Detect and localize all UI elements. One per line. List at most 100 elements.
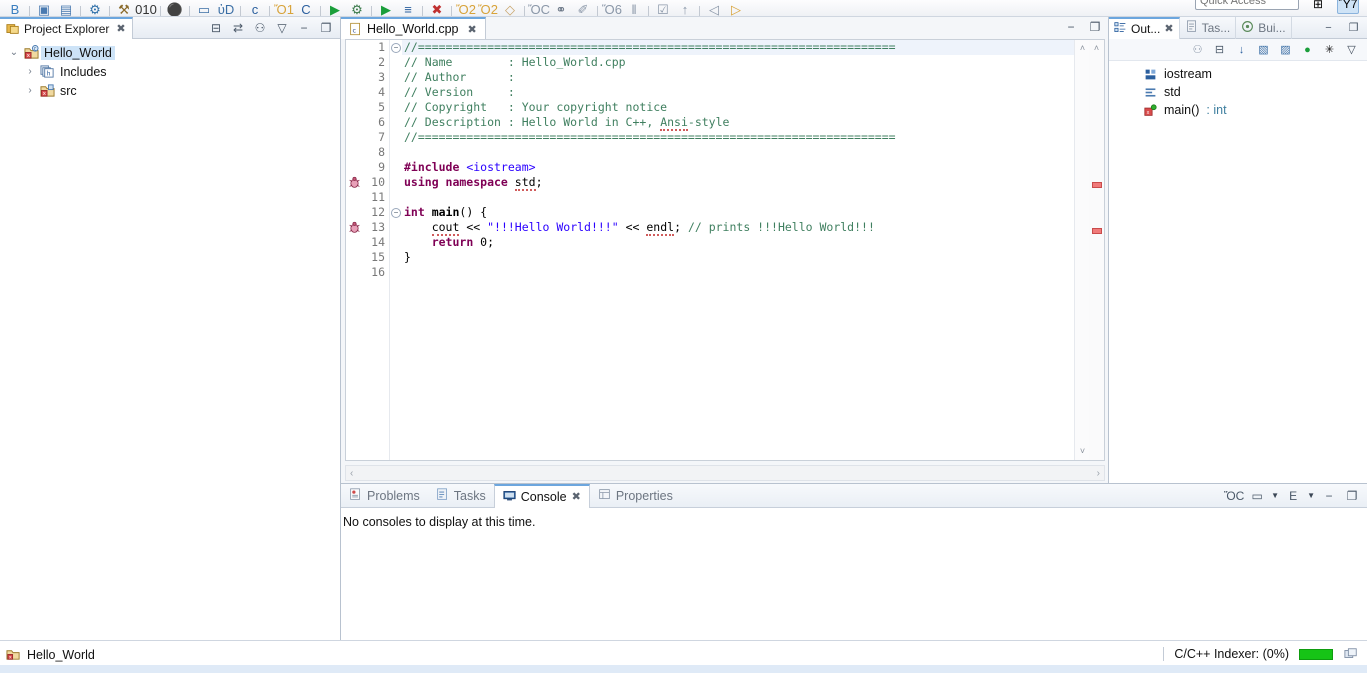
open-perspective-button[interactable]: ⊞	[1307, 0, 1329, 14]
new-class-button[interactable]: C	[295, 0, 317, 16]
display-selected-console-caret[interactable]: ▼	[1271, 491, 1279, 500]
code-line[interactable]: return 0;	[402, 235, 1074, 250]
tab-hello-world-cpp[interactable]: c Hello_World.cpp ✖	[341, 17, 486, 39]
debug-button[interactable]: ⚫	[164, 0, 186, 16]
hammer-build-button[interactable]: ⚒	[113, 0, 135, 16]
hide-non-public-members-button[interactable]: ●	[1298, 40, 1317, 59]
binary-toggle-button[interactable]: 010	[135, 0, 157, 16]
folding-gutter[interactable]: − −	[390, 40, 402, 460]
focus-on-active-task-button[interactable]: ⚇	[250, 18, 270, 38]
scroll-left-icon[interactable]: ‹	[350, 468, 353, 479]
outline-item[interactable]: x main() : int	[1109, 101, 1367, 119]
book-button[interactable]: Ὅ6	[601, 0, 623, 16]
code-line[interactable]: #include <iostream>	[402, 160, 1074, 175]
tree-item-includes[interactable]: › h Includes	[0, 62, 340, 81]
save-all-button[interactable]: ▤	[55, 0, 77, 16]
collapse-all-button[interactable]: ⊟	[1210, 40, 1229, 59]
tab-problems[interactable]: Problems	[341, 484, 428, 508]
minimize-button[interactable]: −	[1320, 487, 1338, 505]
open-console-caret[interactable]: ▼	[1307, 491, 1315, 500]
sort-button[interactable]: ↓	[1232, 40, 1251, 59]
display-selected-console-button[interactable]: ▭	[1248, 487, 1266, 505]
code-line[interactable]	[402, 190, 1074, 205]
code-line[interactable]: // Copyright : Your copyright notice	[402, 100, 1074, 115]
link-with-editor-button[interactable]: ⇄	[228, 18, 248, 38]
new-c-project-button[interactable]: c	[244, 0, 266, 16]
task-button[interactable]: ☑	[652, 0, 674, 16]
code-line[interactable]: //======================================…	[402, 40, 1074, 55]
up-arrow-button[interactable]: ↑	[674, 0, 696, 16]
fold-collapse-icon[interactable]: −	[391, 43, 401, 53]
open-folder2-button[interactable]: Ὄ2	[477, 0, 499, 16]
skip-breakpoints-button[interactable]: ✖	[426, 0, 448, 16]
error-marker-2[interactable]	[1092, 228, 1102, 234]
search-button[interactable]: ὐD	[215, 0, 237, 16]
columns-button[interactable]: ‖	[623, 0, 645, 16]
run-button[interactable]: ▶	[324, 0, 346, 16]
link-button[interactable]: ⚭	[550, 0, 572, 16]
error-bug-marker-icon[interactable]	[348, 221, 361, 234]
hide-fields-button[interactable]: ▧	[1254, 40, 1273, 59]
save-button[interactable]: ▣	[33, 0, 55, 16]
run-last-button[interactable]: ▶	[375, 0, 397, 16]
maximize-button[interactable]: ❐	[1343, 487, 1361, 505]
annotation-button[interactable]: ✐	[572, 0, 594, 16]
code-line[interactable]: // Name : Hello_World.cpp	[402, 55, 1074, 70]
collapse-all-button[interactable]: ⊟	[206, 18, 226, 38]
code-line[interactable]: using namespace std;	[402, 175, 1074, 190]
code-text-area[interactable]: //======================================…	[402, 40, 1074, 460]
code-line[interactable]: // Author :	[402, 70, 1074, 85]
quick-access-input[interactable]	[1195, 0, 1299, 10]
scroll-up-icon[interactable]: ˄	[1077, 43, 1088, 54]
run-config-button[interactable]: ≡	[397, 0, 419, 16]
hide-macros-button[interactable]: ✳	[1320, 40, 1339, 59]
chevron-right-icon[interactable]: ›	[22, 66, 38, 77]
code-line[interactable]: }	[402, 250, 1074, 265]
view-menu-button[interactable]: ▽	[272, 18, 292, 38]
outline-item[interactable]: std	[1109, 83, 1367, 101]
code-line[interactable]: // Description : Hello World in C++, Ans…	[402, 115, 1074, 130]
next-annotation-button[interactable]: ▷	[725, 0, 747, 16]
prev-annotation-button[interactable]: ◁	[703, 0, 725, 16]
maximize-button[interactable]: ❐	[316, 18, 336, 38]
view-menu-button[interactable]: ▽	[1342, 40, 1361, 59]
close-icon[interactable]: ✖	[467, 23, 476, 36]
tab-bui[interactable]: Bui...	[1236, 17, 1291, 39]
tab-tasks[interactable]: Tasks	[428, 484, 494, 508]
error-marker-1[interactable]	[1092, 182, 1102, 188]
focus-on-active-task-button[interactable]: ⚇	[1188, 40, 1207, 59]
scroll-right-icon[interactable]: ›	[1097, 468, 1100, 479]
code-line[interactable]: //======================================…	[402, 130, 1074, 145]
code-line[interactable]: // Version :	[402, 85, 1074, 100]
new-folder-button[interactable]: Ὄ1	[273, 0, 295, 16]
maximize-button[interactable]: ❐	[1086, 18, 1104, 36]
tab-out[interactable]: Out... ✖	[1109, 17, 1180, 39]
maximize-button[interactable]: ❐	[1344, 18, 1363, 37]
close-icon[interactable]: ✖	[116, 22, 125, 35]
overview-ruler[interactable]: ˄	[1089, 40, 1104, 460]
tree-item-src[interactable]: › x src	[0, 81, 340, 100]
tab-tas[interactable]: Tas...	[1180, 17, 1237, 39]
chevron-down-icon[interactable]: ⌄	[6, 47, 22, 58]
outline-item[interactable]: iostream	[1109, 65, 1367, 83]
terminal-button[interactable]: ▭	[193, 0, 215, 16]
code-line[interactable]: cout << "!!!Hello World!!!" << endl; // …	[402, 220, 1074, 235]
new-button[interactable]: ὜B	[4, 0, 26, 16]
minimize-button[interactable]: −	[1062, 18, 1080, 36]
cpp-perspective-button[interactable]: Ὕ7	[1337, 0, 1359, 14]
error-bug-marker-icon[interactable]	[348, 176, 361, 189]
tab-project-explorer[interactable]: Project Explorer ✖	[0, 17, 133, 39]
external-tools-button[interactable]: ⚙	[346, 0, 368, 16]
overview-scroll-up-icon[interactable]: ˄	[1091, 43, 1102, 54]
hide-static-members-button[interactable]: ▨	[1276, 40, 1295, 59]
background-jobs-icon[interactable]	[1343, 647, 1359, 661]
minimize-button[interactable]: −	[294, 18, 314, 38]
tab-console[interactable]: Console ✖	[494, 484, 590, 508]
line-number-gutter[interactable]: 1 2 3 4 5 6 7 8 9 10 11 12 13 14 15 16	[346, 40, 390, 460]
editor-horizontal-scrollbar[interactable]: ‹ ›	[345, 465, 1105, 481]
pin-button[interactable]: ὌC	[528, 0, 550, 16]
tab-properties[interactable]: Properties	[590, 484, 681, 508]
editor-vertical-scrollbar[interactable]: ˄ ˅	[1074, 40, 1089, 460]
close-icon[interactable]: ✖	[572, 490, 581, 503]
tree-item-hello_world[interactable]: ⌄ x C Hello_World	[0, 43, 340, 62]
